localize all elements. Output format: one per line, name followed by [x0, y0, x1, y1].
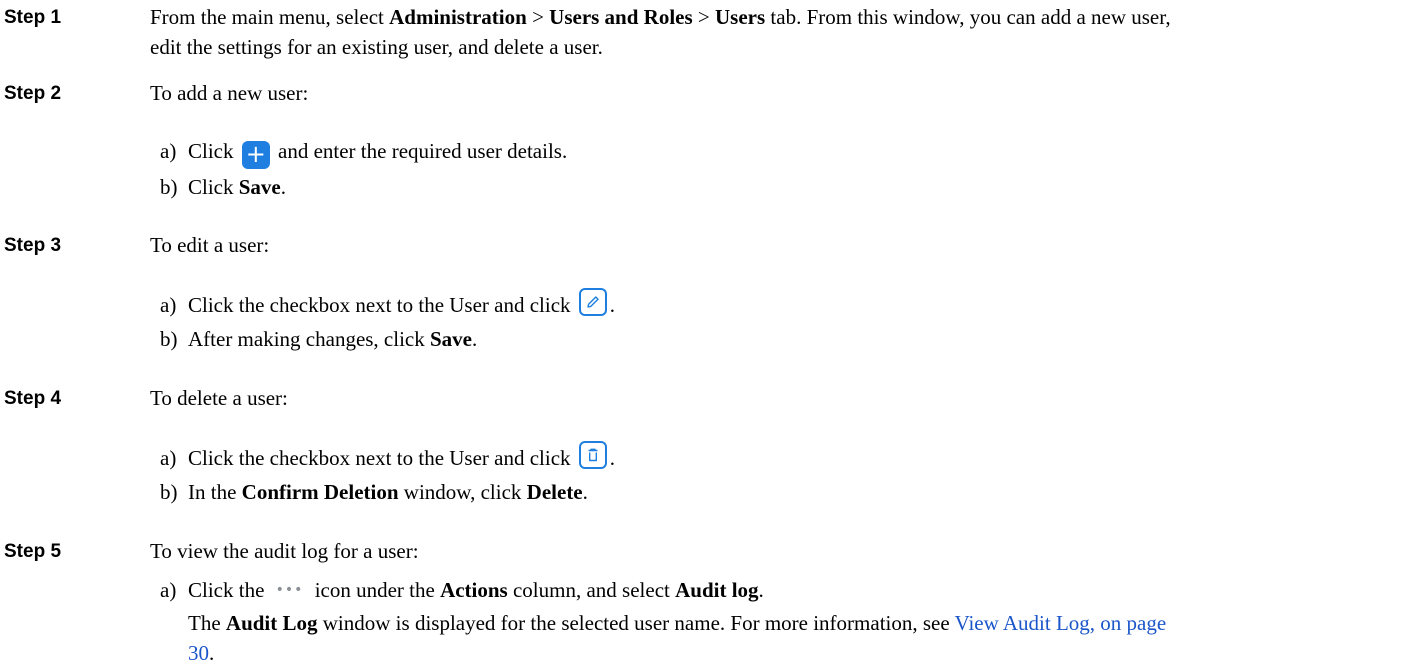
step-5-substep-a: a) Click the ••• icon under the Actions c…	[160, 578, 764, 602]
step-2-substep-b: b) Click Save.	[160, 175, 286, 199]
step-5-text: To view the audit log for a user:	[150, 539, 419, 563]
step-4-substep-b: b) In the Confirm Deletion window, click …	[160, 480, 588, 504]
step-1-text: From the main menu, select Administratio…	[150, 5, 1171, 60]
step-3-substep-b: b) After making changes, click Save.	[160, 327, 478, 351]
step-4-substep-a: a) Click the checkbox next to the User an…	[160, 441, 1418, 473]
step-4-text: To delete a user:	[150, 386, 288, 410]
step-2-text: To add a new user:	[150, 81, 309, 105]
step-2-substep-a: a) Click + and enter the required user de…	[160, 139, 568, 169]
add-icon: +	[241, 141, 270, 169]
more-actions-icon: •••	[275, 582, 304, 598]
menu-users-and-roles: Users and Roles	[549, 5, 693, 29]
step-5-info: The Audit Log window is displayed for th…	[188, 611, 1167, 666]
menu-administration: Administration	[389, 5, 527, 29]
page-30-link[interactable]: 30	[188, 641, 209, 665]
step-5-label: Step 5	[4, 541, 62, 562]
edit-pencil-icon	[578, 288, 607, 316]
menu-users: Users	[715, 5, 766, 29]
view-audit-log-link[interactable]: View Audit Log, on page	[955, 611, 1167, 635]
step-3-substep-a: a) Click the checkbox next to the User an…	[160, 288, 1418, 320]
trash-icon	[578, 441, 607, 469]
step-2-label: Step 2	[4, 83, 62, 104]
step-3-label: Step 3	[4, 235, 62, 256]
step-4-label: Step 4	[4, 388, 62, 409]
step-1-label: Step 1	[4, 7, 62, 28]
step-3-text: To edit a user:	[150, 233, 270, 257]
